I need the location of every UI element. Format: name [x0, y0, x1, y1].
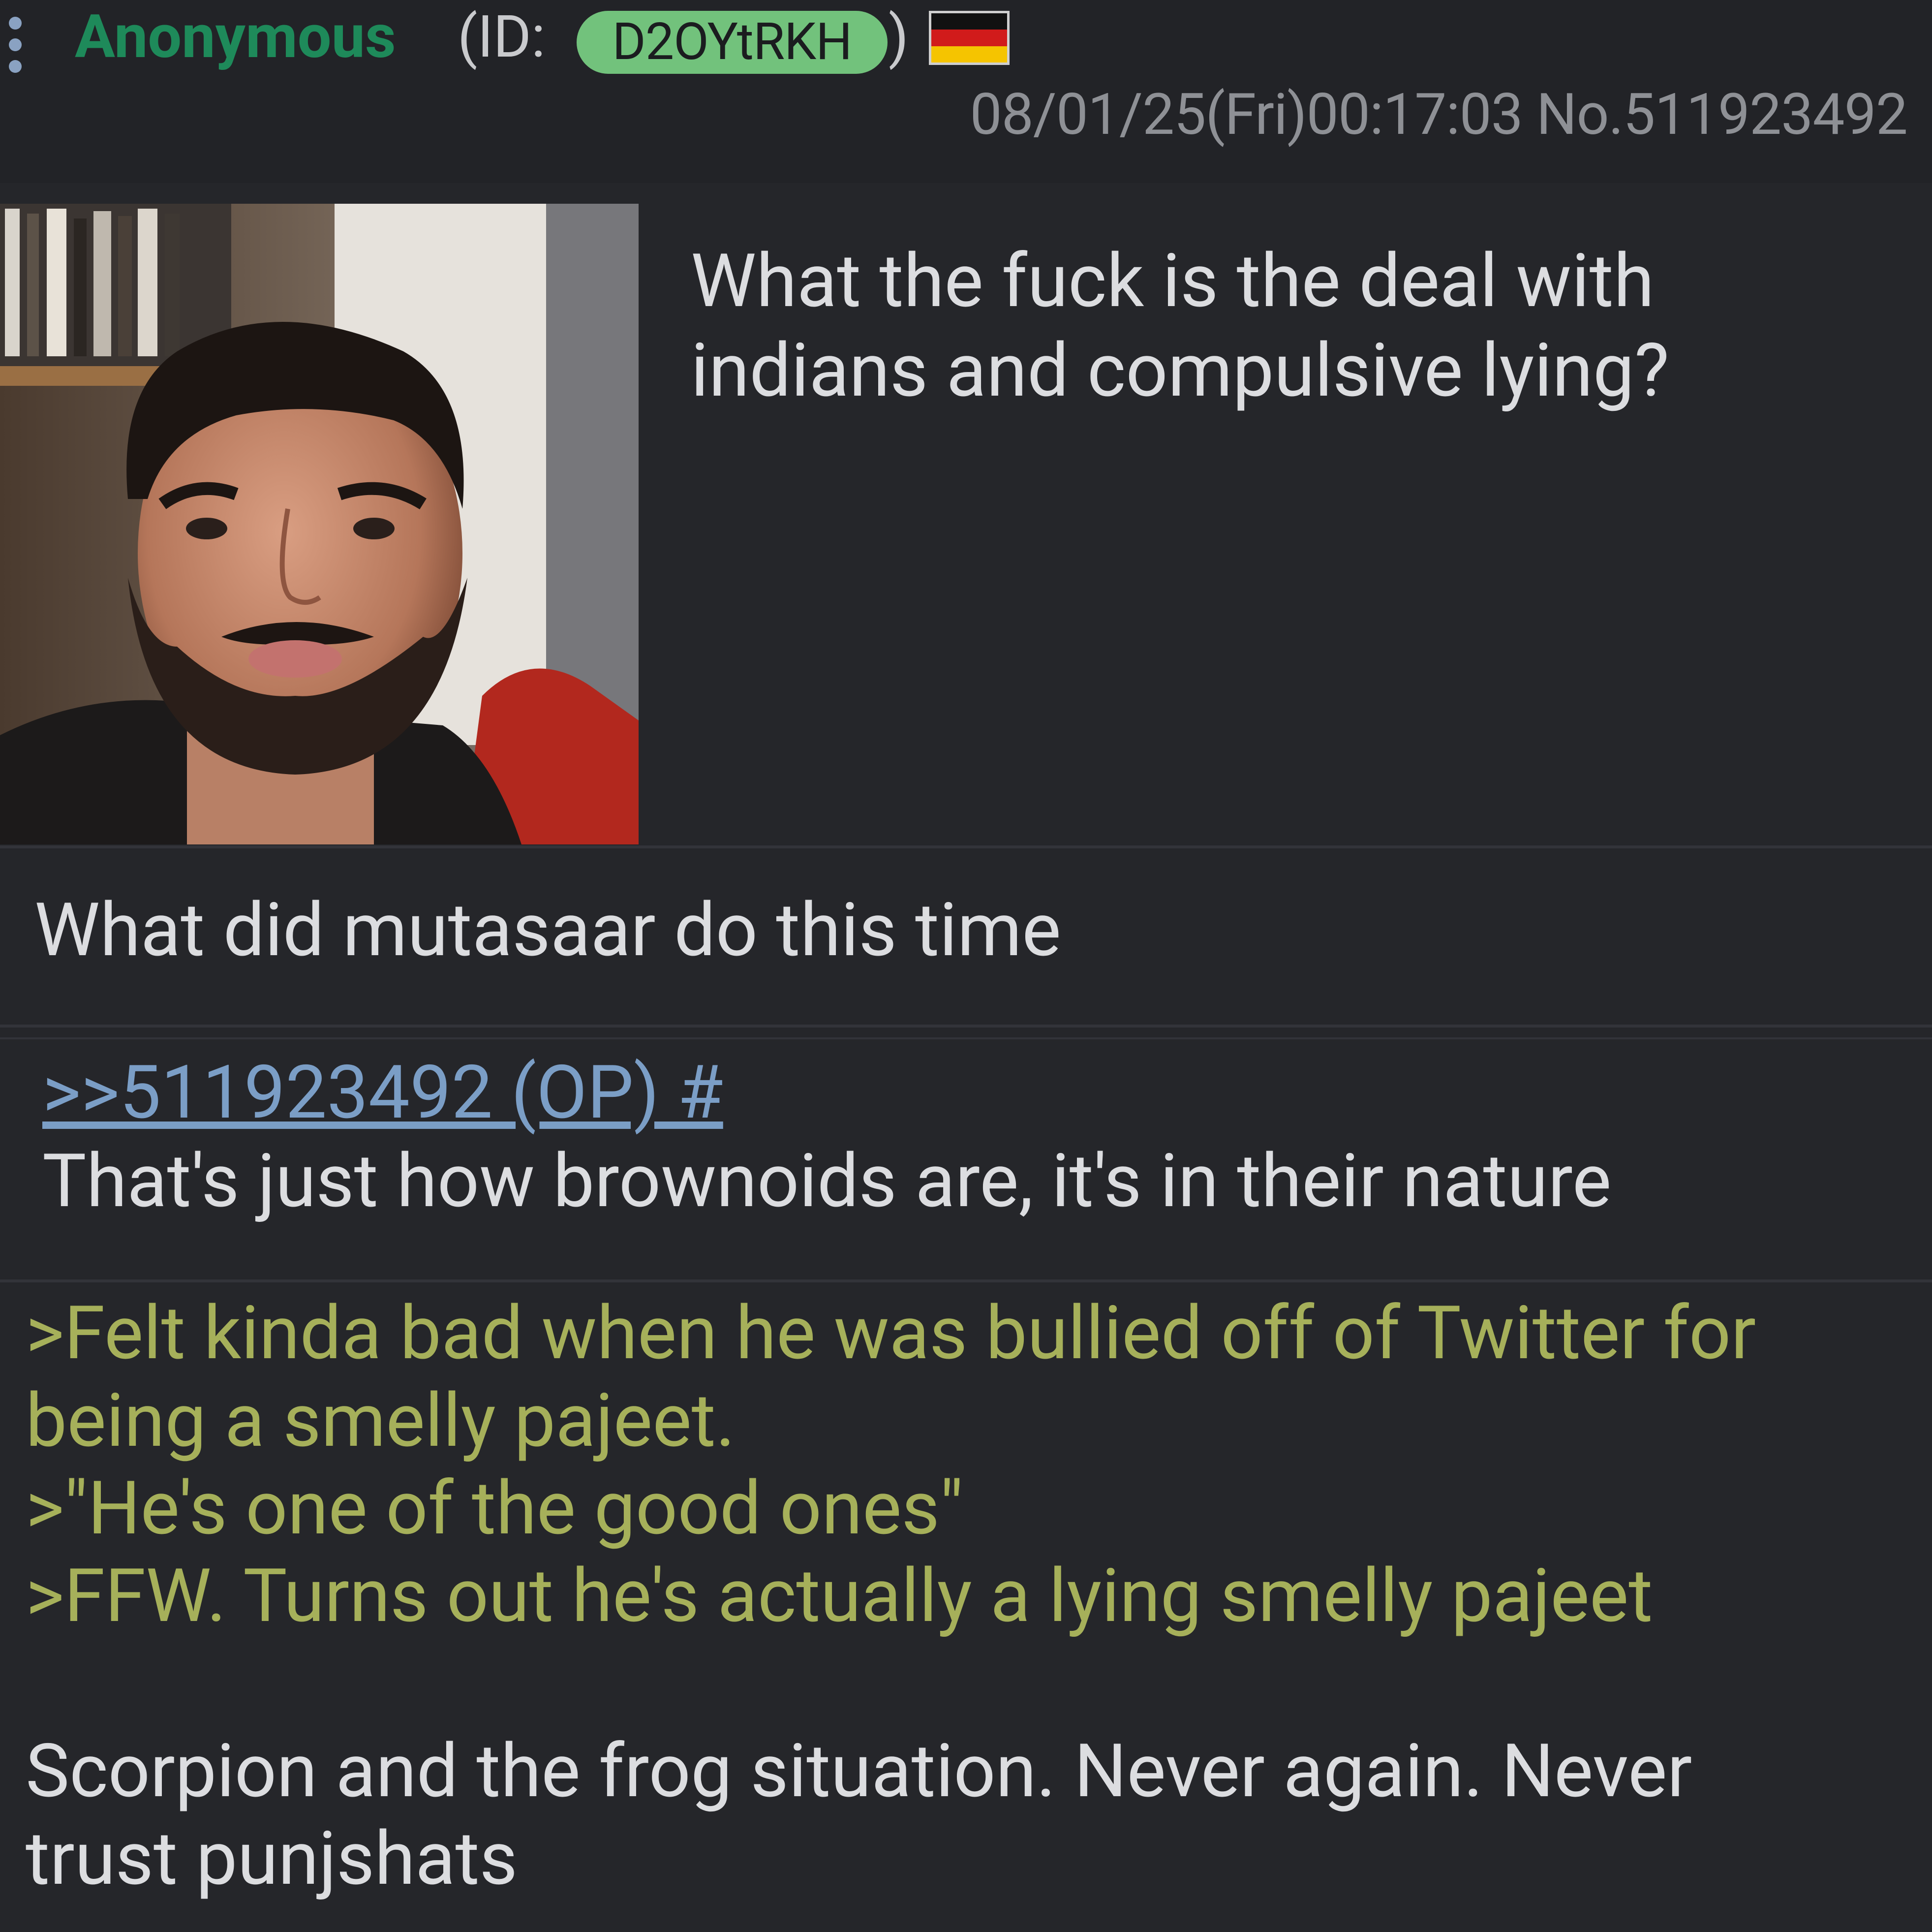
- op-comment-line: indians and compulsive lying?: [691, 327, 1669, 414]
- post-image-thumbnail[interactable]: [0, 204, 639, 844]
- reply-comment: >Felt kinda bad when he was bullied off …: [26, 1289, 1895, 1902]
- post-number[interactable]: No.511923492: [1536, 81, 1908, 148]
- quote-link[interactable]: >>511923492 (OP) #: [42, 1048, 723, 1137]
- greentext-line: >Felt kinda bad when he was bullied off …: [26, 1290, 1756, 1376]
- comment-line: trust punjshats: [26, 1815, 518, 1902]
- post-divider: [0, 1279, 1932, 1282]
- greentext-line: >"He's one of the good ones": [26, 1465, 963, 1552]
- germany-flag-icon: [929, 11, 1010, 65]
- id-prefix: (ID:: [458, 3, 546, 71]
- op-comment-line: What the fuck is the deal with: [691, 238, 1655, 324]
- thumbnail-illustration: [0, 204, 639, 844]
- timestamp: 08/01/25(Fri)00:17:03: [970, 81, 1523, 148]
- poster-name: Anonymous: [75, 1, 396, 72]
- reply-comment: That's just how brownoids are, it's in t…: [42, 1138, 1612, 1224]
- greentext-line: being a smelly pajeet.: [26, 1377, 736, 1464]
- greentext-line: >FFW. Turns out he's actually a lying sm…: [26, 1553, 1653, 1639]
- post-divider: [0, 1025, 1932, 1028]
- post-divider: [0, 845, 1932, 848]
- poster-id: D2OYtRKH: [612, 12, 853, 72]
- comment-line: Scorpion and the frog situation. Never a…: [26, 1728, 1692, 1814]
- post-divider: [0, 1037, 1932, 1039]
- reply-comment: What did mutasaar do this time: [34, 887, 1061, 973]
- more-vert-icon[interactable]: [9, 17, 24, 76]
- op-comment: What the fuck is the deal with indians a…: [691, 236, 1891, 415]
- id-suffix: ): [889, 3, 909, 71]
- post-meta: 08/01/25(Fri)00:17:03 No.511923492: [970, 78, 1908, 152]
